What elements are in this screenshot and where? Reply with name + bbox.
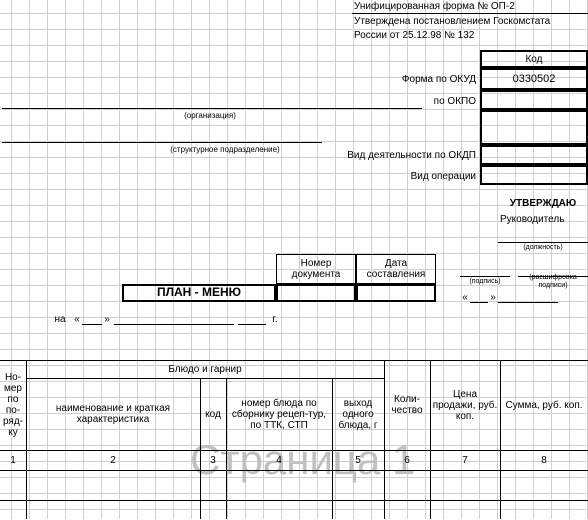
form-line: Унифицированная форма № ОП-2 — [352, 0, 588, 14]
code-title: Код — [480, 50, 588, 68]
row1-col7[interactable] — [430, 470, 500, 500]
org-hint: (организация) — [150, 110, 270, 122]
col-name: наименование и краткая характеристика — [26, 378, 200, 450]
num-7: 7 — [430, 450, 500, 470]
okud-label: Форма по ОКУД — [340, 70, 478, 88]
row1-col3[interactable] — [200, 470, 226, 500]
russia-line: России от 25.12.98 № 132 — [352, 28, 588, 42]
oper-label: Вид операции — [370, 167, 478, 185]
col-yield: выход одного блюда, г — [332, 378, 384, 450]
chief: Руководитель — [498, 212, 588, 226]
sign-hint: (подпись) — [460, 277, 510, 287]
col-sum: Сумма, руб. коп. — [500, 360, 588, 450]
row1-col2[interactable] — [26, 470, 200, 500]
date-label: Дата составления — [356, 254, 436, 284]
num-2: 2 — [26, 450, 200, 470]
q1: « — [460, 290, 470, 304]
g: г. — [268, 312, 282, 326]
okpo-value2[interactable] — [480, 110, 588, 145]
num-8: 8 — [500, 450, 588, 470]
row1-col8[interactable] — [500, 470, 588, 500]
docnum-label: Номер документа — [276, 254, 356, 284]
num-6: 6 — [384, 450, 430, 470]
row1-col1[interactable] — [0, 470, 26, 500]
col-group: Блюдо и гарнир — [26, 360, 384, 378]
approve: УТВЕРЖДАЮ — [498, 196, 588, 210]
num-3: 3 — [200, 450, 226, 470]
col-price: Цена продажи, руб. коп. — [430, 360, 500, 450]
post-hint: (должность) — [498, 243, 588, 253]
col-code: код — [200, 378, 226, 450]
na: на — [50, 312, 70, 326]
stru-hint: (структурное подразделение) — [150, 144, 300, 156]
plan-title: ПЛАН - МЕНЮ — [122, 284, 276, 302]
q4: » — [102, 312, 112, 326]
decode-hint: (расшифровка подписи) — [518, 277, 588, 287]
approved-line: Утверждена постановлением Госкомстата — [352, 14, 588, 28]
okdp-label: Вид деятельности по ОКДП — [320, 146, 478, 164]
col-no: Но-мер по по-ряд-ку — [0, 360, 26, 450]
row1-col5[interactable] — [332, 470, 384, 500]
date-value[interactable] — [356, 284, 436, 302]
okpo-value[interactable] — [480, 90, 588, 110]
docnum-value[interactable] — [276, 284, 356, 302]
col-qty: Коли-чество — [384, 360, 430, 450]
num-4: 4 — [226, 450, 332, 470]
q2: » — [488, 290, 498, 304]
row1-col6[interactable] — [384, 470, 430, 500]
col-recipe: номер блюда по сборнику рецеп-тур, по ТТ… — [226, 378, 332, 450]
okdp-value[interactable] — [480, 145, 588, 165]
row1-col4[interactable] — [226, 470, 332, 500]
num-5: 5 — [332, 450, 384, 470]
okud-value: 0330502 — [480, 68, 588, 90]
q3: « — [72, 312, 82, 326]
oper-value[interactable] — [480, 165, 588, 185]
num-1: 1 — [0, 450, 26, 470]
